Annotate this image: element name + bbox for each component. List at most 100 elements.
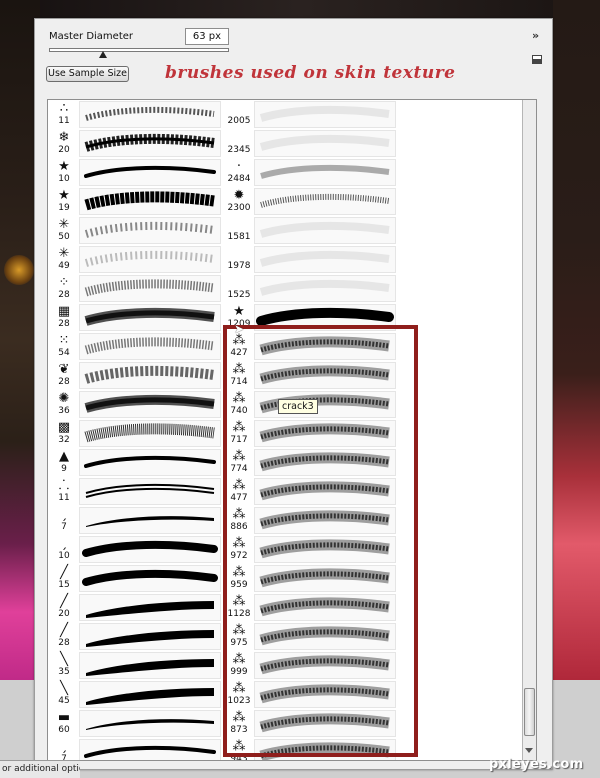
use-sample-size-button[interactable]: Use Sample Size bbox=[46, 66, 129, 82]
brush-size-label: 1128 bbox=[227, 609, 251, 619]
brush-stroke-preview bbox=[254, 275, 396, 302]
scroll-down-arrow-icon[interactable] bbox=[525, 748, 533, 753]
brush-preset-item[interactable]: ⁂ 1128 bbox=[226, 593, 396, 622]
brush-preset-item[interactable]: ⁂ 959 bbox=[226, 564, 396, 593]
brush-preset-item[interactable]: ⁂ 972 bbox=[226, 535, 396, 564]
brush-preset-item[interactable]: ⁂ 873 bbox=[226, 709, 396, 738]
brush-preset-item[interactable]: ⁂ 1023 bbox=[226, 680, 396, 709]
brush-preset-item[interactable]: ∴ 11 bbox=[51, 100, 221, 129]
brush-size-label: 28 bbox=[58, 290, 70, 300]
crack-icon: ⁂ bbox=[232, 594, 246, 609]
brush-preset-item[interactable]: ✳ 50 bbox=[51, 216, 221, 245]
mouse-cursor-icon: ➤ bbox=[234, 322, 245, 336]
slider-thumb[interactable] bbox=[99, 51, 107, 58]
brush-preset-panel: Master Diameter 63 px Use Sample Size br… bbox=[34, 18, 553, 770]
brush-preset-item[interactable]: ⸫ 11 bbox=[51, 477, 221, 506]
diagonal-brush-icon: ╲ bbox=[60, 652, 68, 667]
brush-size-label: 1023 bbox=[227, 696, 251, 706]
brush-preset-item[interactable]: ✹ 2300 bbox=[226, 187, 396, 216]
brush-preset-item[interactable]: ˏ 10 bbox=[51, 535, 221, 564]
crack-icon: ⁂ bbox=[232, 565, 246, 580]
master-diameter-slider[interactable] bbox=[49, 48, 229, 52]
brush-preset-item[interactable]: ⁂ 999 bbox=[226, 651, 396, 680]
brush-stroke-preview bbox=[79, 739, 221, 760]
brush-preset-item[interactable]: ❄ 20 bbox=[51, 129, 221, 158]
brush-preset-item[interactable]: ❦ 28 bbox=[51, 361, 221, 390]
brush-preset-item[interactable]: ˏ7 bbox=[51, 738, 221, 760]
brush-preset-item[interactable]: ⁂ 714 bbox=[226, 361, 396, 390]
brush-preset-item[interactable]: ★ 1209 bbox=[226, 303, 396, 332]
brush-preset-item[interactable]: ╱ 15 bbox=[51, 564, 221, 593]
brush-stroke-preview bbox=[254, 478, 396, 505]
brush-size-label: 1525 bbox=[227, 290, 251, 300]
brush-preset-item[interactable]: ✺ 36 bbox=[51, 390, 221, 419]
double-chevron-right-icon[interactable]: » bbox=[532, 29, 539, 42]
brush-preset-item[interactable]: · 2484 bbox=[226, 158, 396, 187]
brush-size-label: 2005 bbox=[227, 116, 251, 126]
brush-preset-item[interactable]: ⁘ 28 bbox=[51, 274, 221, 303]
brush-size-label: 54 bbox=[58, 348, 70, 358]
brush-size-label: 717 bbox=[230, 435, 248, 445]
scroll-thumb[interactable] bbox=[524, 688, 535, 736]
brush-preset-item[interactable]: ⁂ 975 bbox=[226, 622, 396, 651]
brush-preset-item[interactable]: ★ 10 bbox=[51, 158, 221, 187]
brush-size-label: 28 bbox=[58, 638, 70, 648]
brush-preset-item[interactable]: ⁙ 54 bbox=[51, 332, 221, 361]
brush-preset-item[interactable]: ⁂ 774 bbox=[226, 448, 396, 477]
brush-preset-item[interactable]: ⁂ 427 bbox=[226, 332, 396, 361]
brush-preset-item[interactable]: ▩ 32 bbox=[51, 419, 221, 448]
brush-size-label: 20 bbox=[58, 609, 70, 619]
spatter-icon: ∴ bbox=[59, 101, 69, 116]
brush-preset-item[interactable]: ╱ 28 bbox=[51, 622, 221, 651]
brush-preset-item[interactable]: 2345 bbox=[226, 129, 396, 158]
brush-size-label: 477 bbox=[230, 493, 248, 503]
brush-preset-item[interactable]: 1581 bbox=[226, 216, 396, 245]
brush-size-label: 60 bbox=[58, 725, 70, 735]
brush-size-label: 28 bbox=[58, 377, 70, 387]
brush-stroke-preview bbox=[79, 536, 221, 563]
brush-stroke-preview bbox=[79, 159, 221, 186]
brush-size-label: 50 bbox=[58, 232, 70, 242]
star-icon: ★ bbox=[58, 159, 70, 174]
brush-size-label: 28 bbox=[58, 319, 70, 329]
status-bar-text: or additional options bbox=[0, 760, 80, 778]
brush-preset-item[interactable]: ╲ 35 bbox=[51, 651, 221, 680]
brush-stroke-preview bbox=[254, 449, 396, 476]
brush-preset-item[interactable]: ✳ 49 bbox=[51, 245, 221, 274]
brush-size-label: 35 bbox=[58, 667, 70, 677]
brush-size-label: 427 bbox=[230, 348, 248, 358]
diagonal-brush-icon: ╲ bbox=[60, 681, 68, 696]
brush-icon: ╱ bbox=[60, 565, 68, 580]
brush-size-label: 45 bbox=[58, 696, 70, 706]
chalk-icon: ▦ bbox=[57, 304, 71, 319]
brush-stroke-preview bbox=[79, 246, 221, 273]
brush-preset-item[interactable]: ╱ 20 bbox=[51, 593, 221, 622]
brush-preset-item[interactable]: ▲ 9 bbox=[51, 448, 221, 477]
three-dots-icon: ⸫ bbox=[58, 478, 70, 493]
brush-preset-item[interactable]: ⁂ 943 bbox=[226, 738, 396, 760]
brush-preset-item[interactable]: 1525 bbox=[226, 274, 396, 303]
brush-stroke-preview bbox=[254, 159, 396, 186]
brush-preset-item[interactable]: ╲ 45 bbox=[51, 680, 221, 709]
brush-preset-item[interactable]: ▬ 60 bbox=[51, 709, 221, 738]
brush-stroke-preview bbox=[79, 507, 221, 534]
crack-icon: ⁂ bbox=[232, 362, 246, 377]
brush-preset-item[interactable]: ▦ 28 bbox=[51, 303, 221, 332]
brush-preset-item[interactable]: ⁂ 477 bbox=[226, 477, 396, 506]
brush-list-scrollbar[interactable] bbox=[522, 100, 536, 760]
brush-stroke-preview bbox=[254, 333, 396, 360]
brush-stroke-preview bbox=[254, 188, 396, 215]
brush-preset-item[interactable]: 2005 bbox=[226, 100, 396, 129]
brush-list[interactable]: ∴ 11 ❄ 20 ★ 10 ★ 19 ✳ 50 ✳ 49 ⁘ 28 ▦ 28 ⁙ 54 ❦ 28 ✺ 36 ▩ 32 ▲ 9 ⸫ 1… bbox=[47, 99, 537, 761]
brush-preset-item[interactable]: ˏ7 bbox=[51, 506, 221, 535]
new-brush-icon[interactable] bbox=[532, 55, 542, 64]
brush-column-right: 2005 2345 · 2484 ✹ 2300 1581 1978 1525 ★ 1209 ⁂ 427 ⁂… bbox=[226, 100, 396, 760]
master-diameter-input[interactable]: 63 px bbox=[185, 28, 229, 45]
brush-preset-item[interactable]: ⁂ 886 bbox=[226, 506, 396, 535]
brush-size-label: 740 bbox=[230, 406, 248, 416]
brush-preset-item[interactable]: ⁂ 717 bbox=[226, 419, 396, 448]
brush-preset-item[interactable]: ★ 19 bbox=[51, 187, 221, 216]
brush-preset-item[interactable]: 1978 bbox=[226, 245, 396, 274]
crack-icon: ⁂ bbox=[232, 739, 246, 754]
crack-icon: ⁂ bbox=[232, 449, 246, 464]
